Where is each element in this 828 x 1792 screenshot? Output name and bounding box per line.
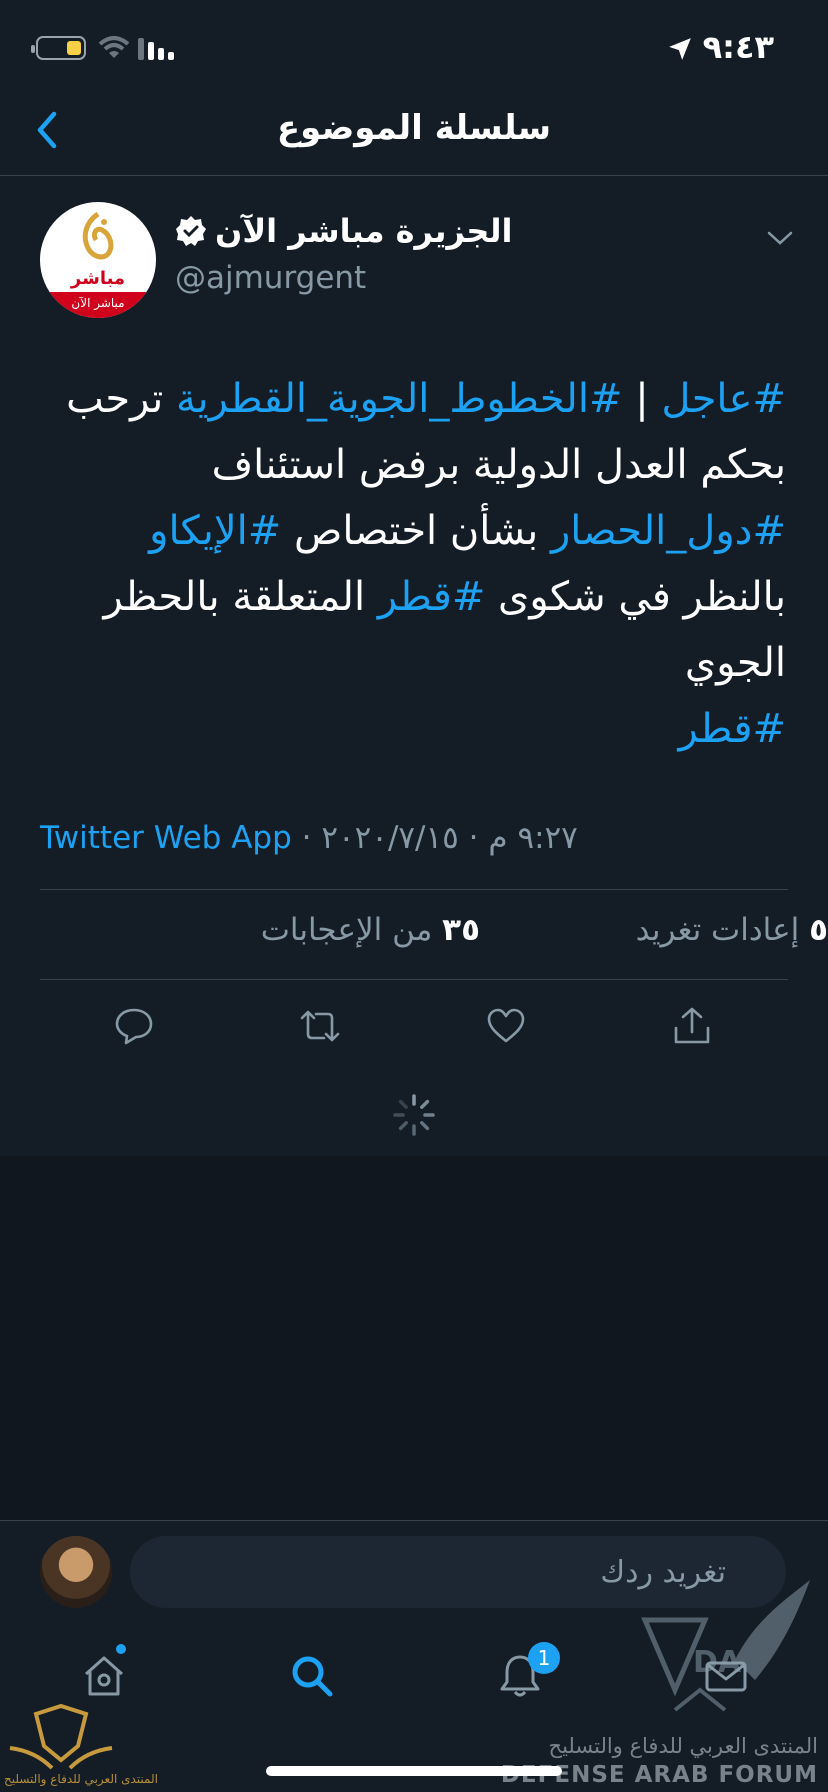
avatar-label: مباشر	[70, 268, 126, 289]
signal-icon	[138, 38, 174, 60]
tweet-text-segment: |	[622, 376, 662, 422]
watermark-logo-icon: DAF	[641, 1580, 810, 1712]
avatar-bar: مباشر الآن	[40, 292, 156, 318]
divider	[40, 979, 788, 980]
home-indicator	[266, 1766, 562, 1776]
aljazeera-logo-icon	[82, 212, 114, 260]
page-title: سلسلة الموضوع	[276, 108, 552, 148]
home-unread-dot	[116, 1644, 126, 1654]
battery-icon	[31, 36, 86, 60]
retweet-icon[interactable]	[300, 1006, 340, 1046]
divider	[40, 889, 788, 890]
tweet-text: #عاجل | #الخطوط_الجوية_القطرية ترحب بحكم…	[36, 366, 786, 762]
hashtag-link[interactable]: #دول_الحصار	[551, 508, 786, 554]
wifi-icon	[98, 36, 130, 58]
empty-area	[0, 1156, 828, 1520]
retweets-label: إعادات تغريد	[635, 912, 800, 948]
hashtag-link[interactable]: #عاجل	[661, 376, 786, 422]
meta-separator: ·	[301, 820, 312, 856]
tweet-source-link[interactable]: Twitter Web App	[40, 820, 292, 856]
chevron-down-icon[interactable]	[766, 228, 794, 248]
retweets-stat[interactable]: ٥ إعادات تغريد	[40, 912, 828, 948]
retweets-count: ٥	[809, 912, 828, 948]
forum-emblem-text: المنتدى العربي للدفاع والتسليح	[4, 1772, 158, 1786]
author-avatar[interactable]: مباشر مباشر الآن	[40, 202, 156, 318]
watermark-initials: DAF	[693, 1645, 762, 1680]
user-avatar[interactable]	[40, 1536, 112, 1608]
tweet-meta: Twitter Web App · ٢٠٢٠/٧/١٥ · ٩:٢٧ م	[40, 820, 578, 856]
tweet-text-segment: بشأن اختصاص	[281, 508, 551, 554]
loading-spinner-icon	[393, 1094, 435, 1136]
tweet-date: ٢٠٢٠/٧/١٥	[321, 820, 459, 856]
watermark-arabic: المنتدى العربي للدفاع والتسليح	[548, 1734, 818, 1758]
hashtag-link[interactable]: #قطر	[378, 574, 486, 620]
author-name-row[interactable]: الجزيرة مباشر الآن	[175, 212, 512, 250]
meta-separator: ·	[468, 820, 479, 856]
tweet-text-segment: بالنظر في شكوى	[485, 574, 786, 620]
notifications-badge: 1	[528, 1642, 560, 1674]
verified-badge-icon	[176, 216, 206, 246]
tweet-time: ٩:٢٧ م	[488, 820, 578, 856]
location-arrow-icon	[669, 38, 691, 60]
like-heart-icon[interactable]	[486, 1006, 526, 1046]
hashtag-link[interactable]: #الإيكاو	[149, 508, 281, 554]
reply-icon[interactable]	[114, 1006, 154, 1046]
hashtag-link[interactable]: #الخطوط_الجوية_القطرية	[176, 376, 622, 422]
home-icon[interactable]	[80, 1652, 128, 1700]
author-name: الجزيرة مباشر الآن	[215, 212, 513, 250]
status-time: ٩:٤٣	[702, 28, 774, 66]
author-handle[interactable]: @ajmurgent	[175, 260, 366, 296]
share-icon[interactable]	[672, 1006, 712, 1046]
search-icon[interactable]	[288, 1652, 336, 1700]
hashtag-link[interactable]: #قطر	[678, 706, 786, 752]
header: سلسلة الموضوع	[0, 80, 828, 176]
